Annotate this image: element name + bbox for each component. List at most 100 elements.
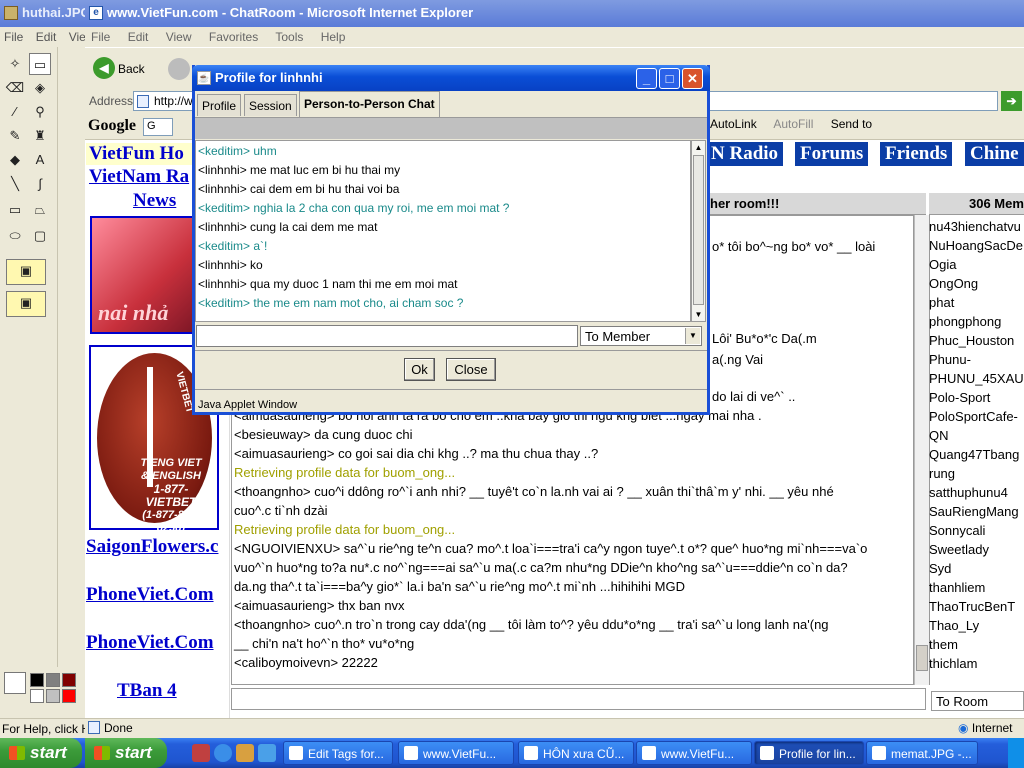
color-swatch[interactable] [30, 673, 44, 687]
scroll-thumb[interactable] [693, 155, 704, 305]
tab-profile[interactable]: Profile [197, 94, 242, 116]
quicklaunch-icon[interactable] [236, 744, 254, 762]
member-item[interactable]: PHUNU_45XAU [929, 370, 1024, 388]
go-arrow-icon[interactable]: ➔ [1001, 91, 1022, 111]
member-item[interactable]: nu43hienchatvu [929, 218, 1024, 236]
ie-menu-file[interactable]: File [91, 30, 110, 44]
line-icon[interactable]: ╲ [4, 173, 26, 195]
ie-menu-favorites[interactable]: Favorites [209, 30, 258, 44]
ie-titlebar[interactable]: e www.VietFun.com - ChatRoom - Microsoft… [85, 0, 1024, 27]
magnifier-icon[interactable]: ⚲ [29, 101, 51, 123]
member-item[interactable]: rung [929, 465, 1024, 483]
fill-icon[interactable]: ◈ [29, 77, 51, 99]
task-profile-linhnhi[interactable]: Profile for lin... [754, 741, 864, 765]
text-tool-icon[interactable]: A [29, 149, 51, 171]
rectangle-icon[interactable]: ▭ [4, 199, 26, 221]
member-item[interactable]: Quang47Tbang [929, 446, 1024, 464]
chevron-down-icon[interactable]: ▼ [685, 328, 700, 344]
back-arrow-icon[interactable]: ◀ [93, 57, 115, 79]
back-button[interactable]: Back [118, 62, 145, 76]
to-member-select[interactable]: To Member ▼ [580, 326, 702, 346]
task-edit-tags[interactable]: Edit Tags for... [283, 741, 393, 765]
nav-chinese[interactable]: Chine [965, 142, 1024, 166]
close-icon[interactable]: ✕ [682, 68, 703, 89]
quicklaunch-icon[interactable] [192, 744, 210, 762]
rect-select-icon[interactable]: ▭ [29, 53, 51, 75]
autolink-button[interactable]: AutoLink [710, 117, 757, 131]
member-item[interactable]: SauRiengMang [929, 503, 1024, 521]
current-colors-swatch[interactable] [4, 672, 26, 694]
member-item[interactable]: satthuphunu4 [929, 484, 1024, 502]
private-message-input[interactable] [196, 325, 578, 347]
member-item[interactable]: NuHoangSacDe [929, 237, 1024, 255]
polygon-icon[interactable]: ⏢ [29, 199, 51, 221]
member-item[interactable]: phat [929, 294, 1024, 312]
brush-icon[interactable]: ♜ [29, 125, 51, 147]
ok-button[interactable]: Ok [404, 358, 435, 381]
ie-quicklaunch-icon[interactable] [214, 744, 232, 762]
scroll-down-icon[interactable]: ▼ [692, 308, 705, 321]
paint-menu-file[interactable]: File [4, 30, 23, 44]
eraser-icon[interactable]: ⌫ [4, 77, 26, 99]
nav-radio[interactable]: N Radio [706, 142, 784, 166]
member-item[interactable]: QN [929, 427, 1024, 445]
rounded-rect-icon[interactable]: ▢ [29, 225, 51, 247]
color-swatch[interactable] [62, 689, 76, 703]
send-to-button[interactable]: Send to [831, 117, 872, 131]
member-item[interactable]: Sonnycali [929, 522, 1024, 540]
news-link[interactable]: News [133, 190, 176, 212]
task-hon-xua[interactable]: HÔN xưa CŨ... [518, 741, 634, 765]
ellipse-icon[interactable]: ⬭ [4, 225, 26, 247]
paint-titlebar[interactable]: huthai.JPG - Paint [0, 0, 90, 27]
paint-menu-edit[interactable]: Edit [36, 30, 57, 44]
tab-person-to-person-chat[interactable]: Person-to-Person Chat [299, 91, 440, 117]
close-button[interactable]: Close [446, 358, 496, 381]
dialog-titlebar[interactable]: ☕ Profile for linhnhi [192, 65, 710, 91]
chat-scrollbar[interactable] [914, 215, 929, 685]
system-tray[interactable] [1008, 738, 1024, 768]
member-item[interactable]: thanhliem [929, 579, 1024, 597]
member-item[interactable]: thichlam [929, 655, 1024, 673]
color-swatch[interactable] [30, 689, 44, 703]
start-button[interactable]: start [0, 738, 82, 768]
saigonflowers-link[interactable]: SaigonFlowers.c [86, 536, 218, 558]
tab-session[interactable]: Session [244, 94, 297, 116]
transparent-mode-icon[interactable]: ▣ [6, 291, 46, 317]
eyedropper-icon[interactable]: ⁄ [4, 101, 26, 123]
start-button[interactable]: start [85, 738, 167, 768]
color-swatch[interactable] [46, 689, 60, 703]
member-item[interactable]: Phunu- [929, 351, 1024, 369]
color-swatch[interactable] [46, 673, 60, 687]
tbanner-link[interactable]: TBan 4 [117, 680, 177, 702]
ie-menu-help[interactable]: Help [321, 30, 346, 44]
member-item[interactable]: Polo-Sport [929, 389, 1024, 407]
member-item[interactable]: ThaoTrucBenT [929, 598, 1024, 616]
nav-forums[interactable]: Forums [795, 142, 869, 166]
curve-icon[interactable]: ∫ [29, 173, 51, 195]
quicklaunch-icon[interactable] [258, 744, 276, 762]
member-item[interactable]: Ogia [929, 256, 1024, 274]
task-memat-paint[interactable]: memat.JPG -... [866, 741, 978, 765]
member-item[interactable]: phongphong [929, 313, 1024, 331]
maximize-icon[interactable]: □ [659, 68, 680, 89]
member-item[interactable]: OngOng [929, 275, 1024, 293]
member-item[interactable]: Thao_Ly [929, 617, 1024, 635]
vietnam-radio-link[interactable]: VietNam Ra [89, 166, 189, 188]
vietfun-header-link[interactable]: VietFun Ho [86, 143, 196, 165]
task-vietfun-1[interactable]: www.VietFu... [398, 741, 514, 765]
member-item[interactable]: PoloSportCafe- [929, 408, 1024, 426]
member-item[interactable]: Sweetlady [929, 541, 1024, 559]
minimize-icon[interactable]: _ [636, 68, 657, 89]
ie-menu-edit[interactable]: Edit [128, 30, 149, 44]
private-chat-scrollbar[interactable]: ▲ ▼ [691, 140, 706, 322]
ie-menu-tools[interactable]: Tools [275, 30, 303, 44]
ie-menu-view[interactable]: View [166, 30, 192, 44]
task-vietfun-2[interactable]: www.VietFu... [636, 741, 752, 765]
chat-message-input[interactable] [231, 688, 926, 710]
free-select-icon[interactable]: ✧ [4, 53, 26, 75]
google-search-box[interactable]: G [143, 118, 173, 136]
airbrush-icon[interactable]: ◆ [4, 149, 26, 171]
color-swatch[interactable] [62, 673, 76, 687]
member-item[interactable]: them [929, 636, 1024, 654]
member-item[interactable]: Syd [929, 560, 1024, 578]
